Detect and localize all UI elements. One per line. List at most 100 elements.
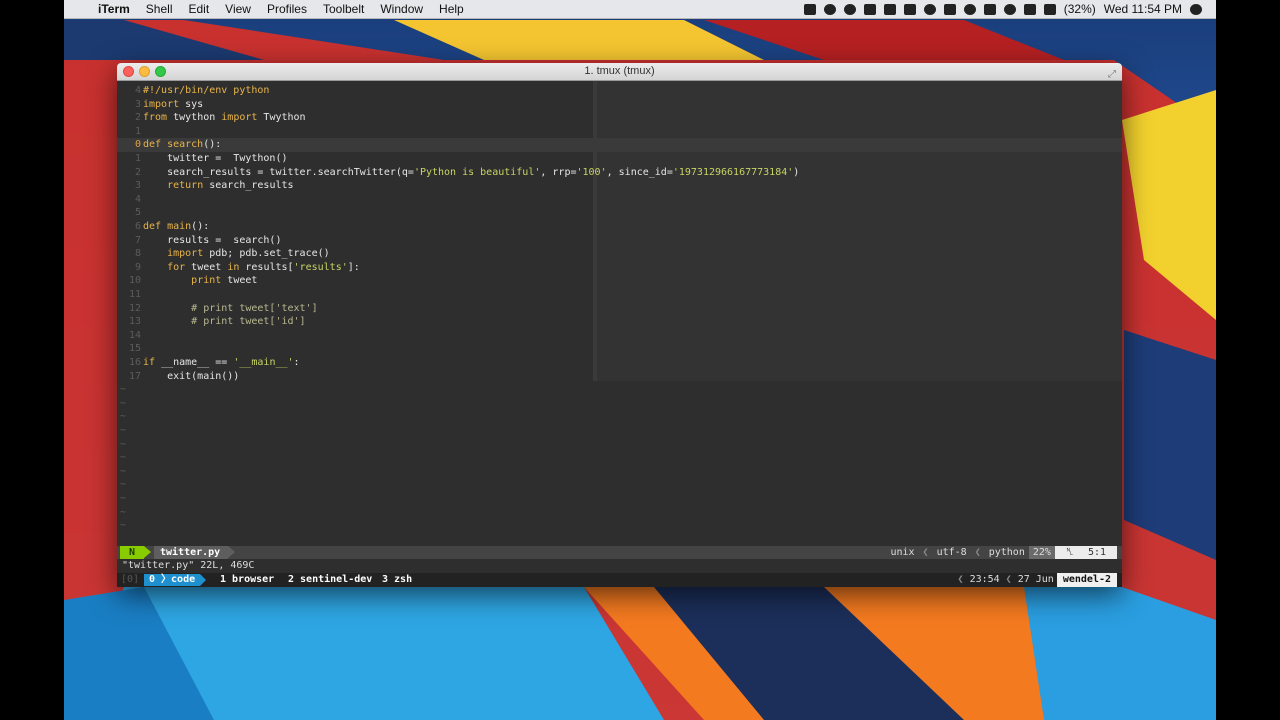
- line-number: 8: [134, 248, 141, 260]
- code-token: ]:: [347, 261, 360, 273]
- separator-icon: ❮: [974, 547, 981, 558]
- chat-icon[interactable]: [923, 3, 936, 15]
- code-line[interactable]: 3 import sys: [117, 98, 1122, 112]
- bolt-icon[interactable]: [903, 3, 916, 15]
- tmux-window-sentinel-dev[interactable]: 2 sentinel-dev: [288, 573, 372, 587]
- code-token: #!/usr/bin/env python: [143, 85, 270, 96]
- code-token: results[: [239, 261, 294, 273]
- code-line[interactable]: 5: [117, 206, 1122, 220]
- display-icon[interactable]: [943, 3, 956, 15]
- code-line[interactable]: 9 for tweet in results['results']:: [117, 261, 1122, 275]
- code-line[interactable]: 16 if __name__ == '__main__':: [117, 356, 1122, 370]
- code-token: main: [161, 221, 192, 232]
- code-token: twitter = Twython(): [143, 153, 288, 164]
- code-line[interactable]: 10 print tweet: [117, 274, 1122, 288]
- tmux-window-zsh[interactable]: 3 zsh: [382, 573, 412, 587]
- code-line[interactable]: 0 def search():: [117, 138, 1122, 152]
- dropbox-icon[interactable]: [883, 3, 896, 15]
- menu-shell[interactable]: Shell: [138, 0, 181, 18]
- code-line[interactable]: 12 # print tweet['text']: [117, 302, 1122, 316]
- tmux-window-browser[interactable]: 1 browser: [220, 573, 274, 587]
- menu-edit[interactable]: Edit: [180, 0, 217, 18]
- zoom-button[interactable]: [155, 66, 166, 77]
- terminal-icon[interactable]: [863, 3, 876, 15]
- code-token: Twython: [257, 112, 306, 124]
- menu-bar: iTerm Shell Edit View Profiles Toolbelt …: [64, 0, 1216, 19]
- menu-profiles[interactable]: Profiles: [259, 0, 315, 18]
- code-token: tweet: [185, 261, 228, 273]
- spotlight-search-icon[interactable]: [1190, 3, 1202, 15]
- line-number: 2: [134, 166, 141, 178]
- vim-editor[interactable]: 4 #!/usr/bin/env python 3 import sys 2 from t…: [117, 81, 1122, 546]
- battery-icon[interactable]: [1043, 3, 1056, 15]
- code-token: search_results: [203, 180, 294, 192]
- code-line[interactable]: 1: [117, 125, 1122, 139]
- vim-message-line: "twitter.py" 22L, 469C: [122, 560, 255, 571]
- code-line[interactable]: 6 def main():: [117, 220, 1122, 234]
- line-number: 3: [134, 98, 141, 110]
- menu-app-name[interactable]: iTerm: [90, 0, 138, 18]
- code-line[interactable]: 15: [117, 342, 1122, 356]
- code-token: for: [167, 261, 186, 273]
- code-line[interactable]: 2 from twython import Twython: [117, 111, 1122, 125]
- code-token: pdb; pdb.set_trace(): [203, 248, 330, 260]
- line-number: 4: [134, 85, 141, 96]
- code-line[interactable]: 11: [117, 288, 1122, 302]
- status-percent: 22%: [1028, 546, 1055, 559]
- line-number: 5: [134, 207, 141, 219]
- code-line[interactable]: 8 import pdb; pdb.set_trace(): [117, 247, 1122, 261]
- wifi-icon[interactable]: [1003, 3, 1016, 15]
- menu-view[interactable]: View: [217, 0, 259, 18]
- code-token: , since_id=: [606, 166, 673, 178]
- code-token: ():: [203, 139, 222, 151]
- code-line[interactable]: 1 twitter = Twython(): [117, 152, 1122, 166]
- tilde-marker: ~: [120, 493, 127, 504]
- line-number: 12: [128, 302, 141, 314]
- menu-help[interactable]: Help: [431, 0, 472, 18]
- code-token: def: [143, 221, 162, 232]
- line-number: 10: [128, 275, 141, 287]
- code-line[interactable]: 7 results = search(): [117, 234, 1122, 248]
- code-token: if: [143, 357, 156, 368]
- status-encoding: utf-8: [936, 547, 967, 558]
- line-number: 15: [128, 343, 141, 355]
- code-line[interactable]: 17 exit(main()): [117, 370, 1122, 384]
- code-line[interactable]: 4: [117, 193, 1122, 207]
- code-line[interactable]: 4 #!/usr/bin/env python: [117, 84, 1122, 98]
- menubar-clock[interactable]: Wed 11:54 PM: [1104, 2, 1182, 16]
- cloud-icon[interactable]: [843, 3, 856, 15]
- camera-icon[interactable]: [803, 3, 816, 15]
- code-token: ): [793, 166, 800, 178]
- battery-percent: (32%): [1063, 2, 1096, 16]
- window-titlebar[interactable]: 1. tmux (tmux) ⤢: [117, 63, 1122, 81]
- code-token: '100': [576, 166, 607, 178]
- tilde-marker: ~: [120, 465, 127, 477]
- terminal-area[interactable]: 4 #!/usr/bin/env python 3 import sys 2 from t…: [117, 81, 1122, 587]
- tmux-session: [0]: [121, 574, 140, 585]
- volume-icon[interactable]: [1023, 3, 1036, 15]
- code-token: twython: [167, 112, 222, 124]
- tmux-window-active[interactable]: 0 〉code: [144, 574, 207, 586]
- tilde-marker: ~: [120, 520, 127, 532]
- tilde-marker: ~: [120, 397, 127, 409]
- evernote-icon[interactable]: [823, 3, 836, 15]
- menu-window[interactable]: Window: [372, 0, 431, 18]
- close-button[interactable]: [123, 66, 134, 77]
- tilde-marker: ~: [120, 425, 127, 436]
- minimize-button[interactable]: [139, 66, 150, 77]
- code-line[interactable]: 2 search_results = twitter.searchTwitter…: [117, 166, 1122, 180]
- separator-icon: ❮: [957, 574, 964, 585]
- code-line[interactable]: 3 return search_results: [117, 179, 1122, 193]
- line-number: 16: [128, 357, 141, 368]
- status-position: ␤ 5:1: [1054, 546, 1117, 559]
- time-machine-icon[interactable]: [963, 3, 976, 15]
- code-line[interactable]: 14: [117, 329, 1122, 343]
- bluetooth-icon[interactable]: [983, 3, 996, 15]
- code-line[interactable]: 13 # print tweet['id']: [117, 315, 1122, 329]
- status-fileformat: unix: [890, 547, 915, 558]
- menu-toolbelt[interactable]: Toolbelt: [315, 0, 372, 18]
- desktop: iTerm Shell Edit View Profiles Toolbelt …: [64, 0, 1216, 720]
- code-token: __name__ ==: [155, 357, 234, 368]
